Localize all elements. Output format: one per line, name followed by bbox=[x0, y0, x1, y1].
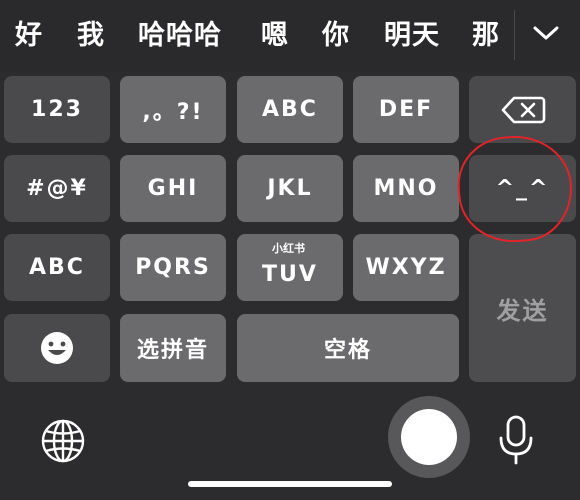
candidate-item[interactable]: 嗯 bbox=[261, 16, 289, 56]
select-pinyin-key[interactable]: 选拼音 bbox=[120, 314, 226, 382]
candidate-bar: 好 我 哈哈哈 嗯 你 明天 那 bbox=[0, 0, 580, 72]
key-label: DEF bbox=[378, 97, 434, 122]
candidate-separator bbox=[514, 10, 515, 60]
home-indicator bbox=[188, 481, 392, 487]
key-label: ABC bbox=[262, 97, 318, 122]
key-label: 123 bbox=[31, 97, 83, 122]
space-bar[interactable]: 空格 bbox=[237, 314, 459, 382]
key-label: 选拼音 bbox=[136, 338, 209, 363]
candidate-item[interactable]: 那 bbox=[472, 16, 500, 56]
send-button[interactable]: 发送 bbox=[469, 234, 576, 382]
candidate-item[interactable]: 好 bbox=[15, 16, 43, 56]
key-label: JKL bbox=[267, 176, 313, 201]
key-label: GHI bbox=[147, 176, 199, 201]
key-wxyz[interactable]: WXYZ bbox=[353, 234, 459, 301]
key-symbols[interactable]: #@¥ bbox=[4, 155, 110, 222]
candidate-item[interactable]: 明天 bbox=[384, 16, 440, 56]
delete-key[interactable] bbox=[469, 76, 576, 143]
key-label: WXYZ bbox=[365, 255, 447, 280]
key-label: PQRS bbox=[135, 255, 211, 280]
key-punctuation[interactable]: ,。?! bbox=[120, 76, 226, 143]
key-pqrs[interactable]: PQRS bbox=[120, 234, 226, 301]
smiley-face-icon bbox=[41, 332, 73, 364]
key-emoticon[interactable]: ^_^ bbox=[469, 155, 576, 222]
key-123[interactable]: 123 bbox=[4, 76, 110, 143]
backspace-icon bbox=[501, 96, 545, 123]
key-label: ^_^ bbox=[495, 176, 550, 201]
key-label: 发送 bbox=[496, 296, 549, 325]
key-mno[interactable]: MNO bbox=[353, 155, 459, 222]
assistive-touch-icon bbox=[401, 409, 457, 465]
candidate-item[interactable]: 哈哈哈 bbox=[138, 16, 222, 56]
key-label: 空格 bbox=[323, 338, 372, 363]
emoji-key[interactable] bbox=[4, 314, 110, 382]
key-abc-switch[interactable]: ABC bbox=[4, 234, 110, 301]
key-label: ABC bbox=[29, 255, 85, 280]
key-label: MNO bbox=[373, 176, 439, 201]
key-label: TUV bbox=[262, 262, 318, 287]
key-label: ,。?! bbox=[142, 99, 204, 125]
key-abc[interactable]: ABC bbox=[237, 76, 343, 143]
key-jkl[interactable]: JKL bbox=[237, 155, 343, 222]
candidate-item[interactable]: 你 bbox=[322, 16, 350, 56]
chevron-down-icon[interactable] bbox=[530, 20, 562, 46]
key-ghi[interactable]: GHI bbox=[120, 155, 226, 222]
key-label: #@¥ bbox=[26, 176, 88, 201]
watermark-logo: 小红书 bbox=[272, 242, 305, 255]
key-def[interactable]: DEF bbox=[353, 76, 459, 143]
candidate-item[interactable]: 我 bbox=[77, 16, 105, 56]
microphone-icon[interactable] bbox=[496, 414, 536, 466]
globe-icon[interactable] bbox=[40, 418, 86, 464]
